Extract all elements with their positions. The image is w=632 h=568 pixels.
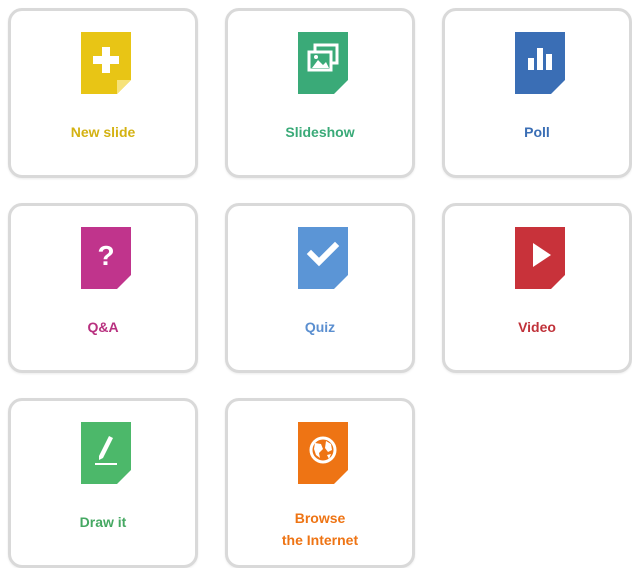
slideshow-label: Slideshow [285, 124, 355, 140]
checkmark-icon [298, 227, 348, 289]
poll-tile[interactable]: Poll [442, 8, 632, 178]
new-slide-label: New slide [70, 124, 136, 140]
svg-text:?: ? [97, 240, 114, 271]
video-label: Video [518, 319, 556, 335]
qa-tile[interactable]: ? Q&A [8, 203, 198, 373]
qa-label: Q&A [87, 319, 119, 335]
question-mark-icon: ? [81, 227, 131, 289]
quiz-label: Quiz [304, 319, 336, 335]
slideshow-tile[interactable]: Slideshow [225, 8, 415, 178]
video-tile[interactable]: Video [442, 203, 632, 373]
draw-it-tile[interactable]: Draw it [8, 398, 198, 568]
new-slide-tile[interactable]: New slide [8, 8, 198, 178]
globe-icon [298, 422, 348, 484]
plus-icon [81, 32, 131, 94]
browse-internet-label: Browse the Internet [281, 510, 359, 548]
play-icon [515, 227, 565, 289]
poll-label: Poll [524, 124, 550, 140]
draw-it-label: Draw it [79, 514, 127, 530]
quiz-tile[interactable]: Quiz [225, 203, 415, 373]
bar-chart-icon [515, 32, 565, 94]
browse-internet-tile[interactable]: Browse the Internet [225, 398, 415, 568]
image-stack-icon [298, 32, 348, 94]
pencil-icon [81, 422, 131, 484]
